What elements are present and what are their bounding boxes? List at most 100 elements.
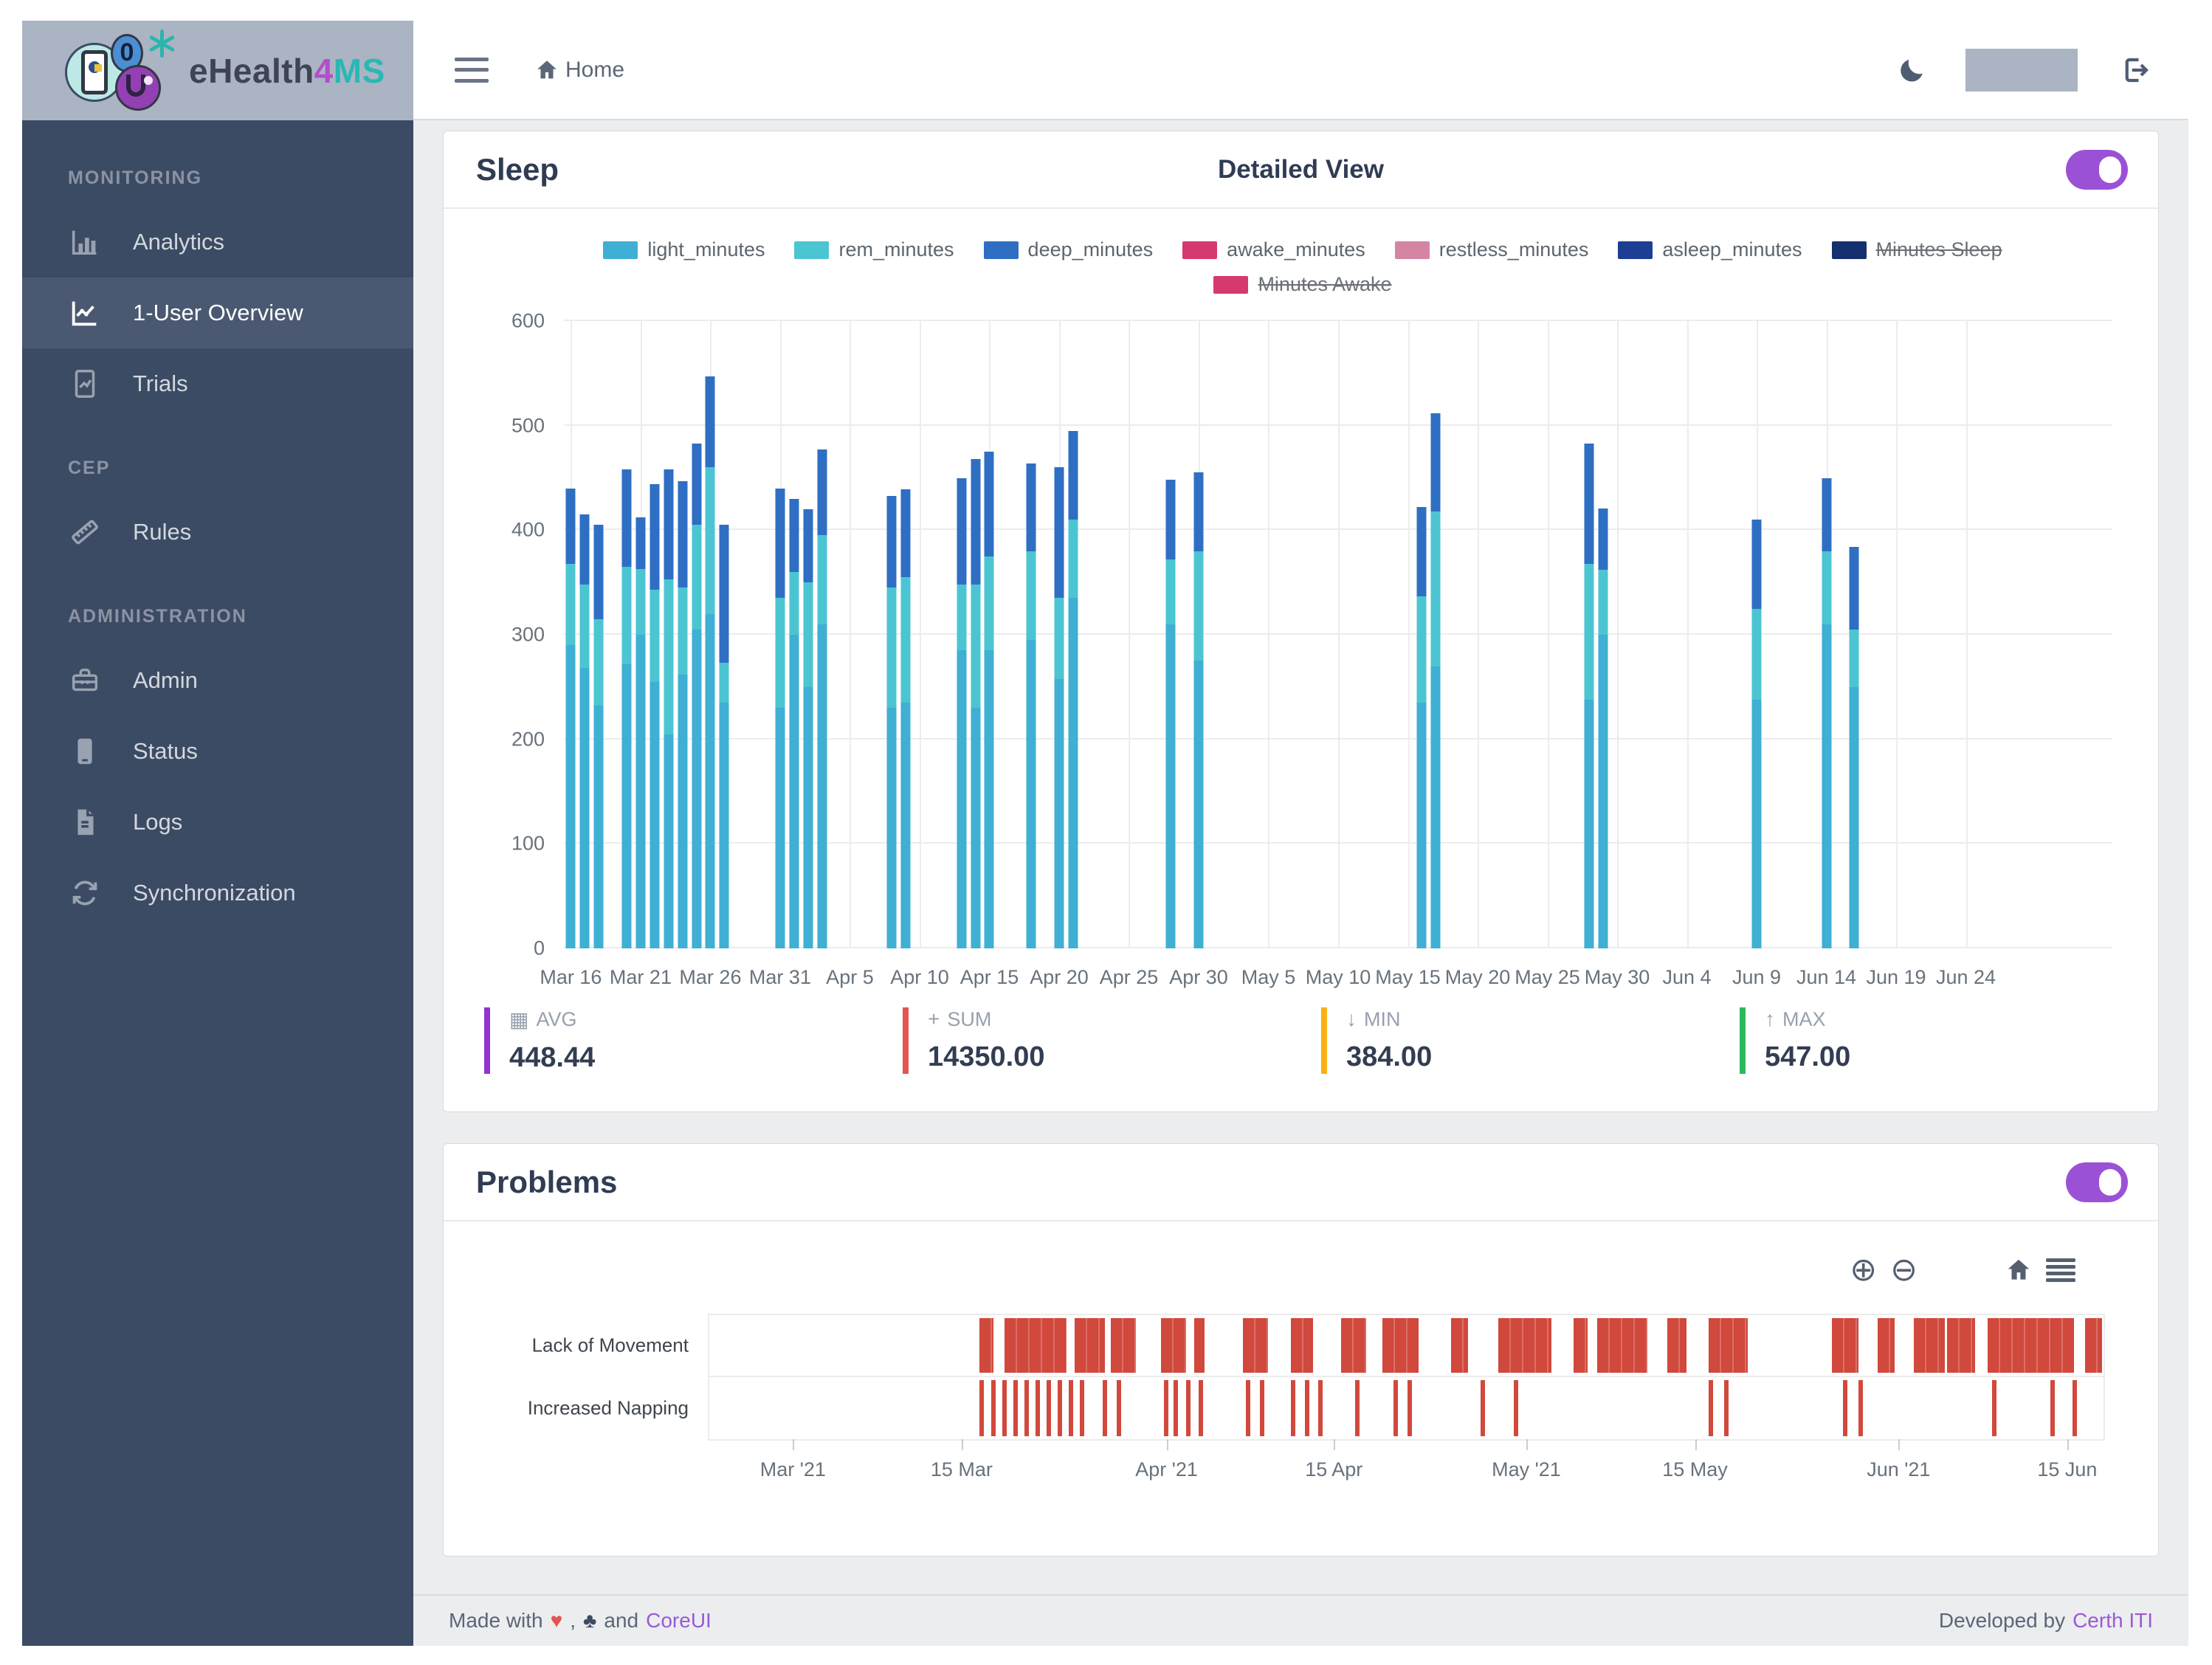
problem-segment <box>1667 1318 1686 1373</box>
bar-apr-21 <box>1068 321 1078 948</box>
legend-item-minutes-sleep[interactable]: Minutes Sleep <box>1832 238 2002 261</box>
problem-event-line <box>1291 1380 1295 1436</box>
problem-segment <box>1243 1318 1268 1373</box>
bar-segment-rem <box>635 569 645 635</box>
breadcrumb[interactable]: Home <box>534 58 624 83</box>
legend-item-asleep-minutes[interactable]: asleep_minutes <box>1618 238 1802 261</box>
user-account-chip[interactable] <box>1965 49 2078 92</box>
legend-label: rem_minutes <box>838 238 954 261</box>
sleep-detailed-view-toggle[interactable] <box>2068 152 2126 187</box>
chart-menu-icon[interactable] <box>2046 1258 2075 1282</box>
bar-segment-light <box>1166 624 1176 948</box>
legend-swatch <box>1182 241 1217 259</box>
problem-event-line <box>1024 1380 1029 1436</box>
sidebar-item-1-user-overview[interactable]: 1-User Overview <box>22 278 413 348</box>
bar-segment-deep <box>650 484 659 590</box>
bar-segment-deep <box>1599 509 1608 570</box>
problem-event-line <box>2073 1380 2077 1436</box>
footer-developed-by-label: Developed by <box>1939 1609 2065 1633</box>
legend-item-minutes-awake[interactable]: Minutes Awake <box>1213 273 1391 296</box>
bar-segment-deep <box>1193 472 1203 551</box>
sidebar-item-status[interactable]: Status <box>22 716 413 787</box>
sidebar-item-trials[interactable]: Trials <box>22 348 413 419</box>
legend-item-light-minutes[interactable]: light_minutes <box>603 238 765 261</box>
x-gridline <box>920 321 921 948</box>
y-axis-tick-label: 100 <box>511 832 545 855</box>
legend-swatch <box>603 241 638 259</box>
sleep-chart-legend: light_minutes rem_minutes deep_minutes awak… <box>484 238 2121 308</box>
zoom-in-icon[interactable]: ⊕ <box>1850 1254 1877 1286</box>
problem-segment <box>1709 1318 1748 1373</box>
problem-segment <box>1382 1318 1419 1373</box>
legend-row-2: Minutes Awake <box>1213 273 1391 296</box>
sidebar-item-logs[interactable]: Logs <box>22 787 413 858</box>
problems-timeline-plot: Lack of MovementIncreased NappingMar '21… <box>708 1314 2105 1441</box>
bar-may-29 <box>1599 321 1608 948</box>
dark-mode-toggle-icon[interactable] <box>1898 55 1927 85</box>
bar-segment-rem <box>887 587 897 708</box>
timeline-tick-label: Jun '21 <box>1867 1458 1930 1481</box>
stat-header: ↓MIN <box>1346 1007 1695 1031</box>
bar-segment-rem <box>1417 596 1427 703</box>
bar-segment-light <box>1822 624 1831 948</box>
page: 0 eHealth4MS MONITORINGAnalytics1-User O… <box>0 0 2212 1665</box>
x-axis-tick-label: May 15 <box>1375 966 1441 989</box>
timeline-tick-label: Mar '21 <box>760 1458 826 1481</box>
legend-item-deep-minutes[interactable]: deep_minutes <box>984 238 1154 261</box>
reset-view-home-icon[interactable] <box>2005 1256 2033 1284</box>
stat-value: 448.44 <box>509 1042 858 1074</box>
bar-segment-deep <box>622 469 632 567</box>
sidebar-item-rules[interactable]: Rules <box>22 497 413 568</box>
zoom-out-icon[interactable]: ⊖ <box>1890 1254 1918 1286</box>
bar-jun-14 <box>1822 321 1831 948</box>
sidebar-item-synchronization[interactable]: Synchronization <box>22 858 413 928</box>
sidebar-item-label: 1-User Overview <box>133 300 303 326</box>
stat-avg: ▦AVG448.44 <box>484 1007 858 1074</box>
bar-segment-rem <box>1193 551 1203 661</box>
bar-segment-light <box>1054 679 1064 949</box>
timeline-tick-mark <box>1898 1439 1900 1450</box>
bar-segment-rem <box>706 467 715 613</box>
sidebar-item-admin[interactable]: Admin <box>22 645 413 716</box>
certh-iti-link[interactable]: Certh ITI <box>2073 1609 2153 1633</box>
bar-segment-light <box>985 650 994 948</box>
bar-segment-rem <box>957 585 966 650</box>
legend-item-awake-minutes[interactable]: awake_minutes <box>1182 238 1365 261</box>
bar-mar-22 <box>650 321 659 948</box>
logout-icon[interactable] <box>2120 55 2151 86</box>
problem-event-line <box>1080 1380 1084 1436</box>
bar-segment-light <box>803 687 813 948</box>
bar-mar-31 <box>775 321 785 948</box>
x-gridline <box>1617 321 1619 948</box>
sidebar-item-analytics[interactable]: Analytics <box>22 207 413 278</box>
problem-event-line <box>1355 1380 1360 1436</box>
sidebar-toggle-button[interactable] <box>455 58 489 83</box>
bar-segment-deep <box>635 517 645 568</box>
problem-event-line <box>1408 1380 1412 1436</box>
timeline-tick-mark <box>793 1439 794 1450</box>
problem-event-line <box>1260 1380 1264 1436</box>
bar-mar-21 <box>635 321 645 948</box>
bar-chart-icon <box>68 225 102 259</box>
coreui-link[interactable]: CoreUI <box>646 1609 712 1633</box>
sidebar-item-label: Status <box>133 738 198 765</box>
bar-segment-deep <box>706 376 715 467</box>
legend-item-restless-minutes[interactable]: restless_minutes <box>1395 238 1589 261</box>
problem-segment <box>1451 1318 1468 1373</box>
problems-toggle[interactable] <box>2068 1165 2126 1200</box>
bar-segment-deep <box>1585 444 1594 564</box>
bar-apr-13 <box>957 321 966 948</box>
stat-min: ↓MIN384.00 <box>1321 1007 1695 1074</box>
legend-item-rem-minutes[interactable]: rem_minutes <box>794 238 954 261</box>
problem-event-line <box>1174 1380 1178 1436</box>
problem-event-line <box>2050 1380 2055 1436</box>
document-chart-icon <box>68 367 102 401</box>
x-axis-tick-label: Mar 26 <box>679 966 741 989</box>
problem-segment <box>1878 1318 1895 1373</box>
problem-event-line <box>1724 1380 1729 1436</box>
y-axis-tick-label: 600 <box>511 310 545 333</box>
brand[interactable]: 0 eHealth4MS <box>22 21 413 120</box>
problem-event-line <box>1858 1380 1863 1436</box>
sleep-card: Sleep Detailed View light_minutesrem_min… <box>443 131 2159 1112</box>
y-axis-tick-label: 200 <box>511 728 545 751</box>
